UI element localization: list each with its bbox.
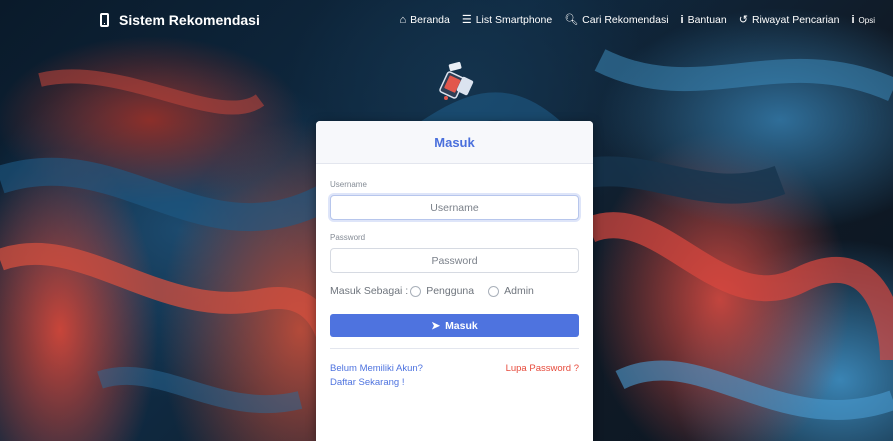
nav-item-riwayat-pencarian[interactable]: ↺ Riwayat Pencarian [739, 14, 840, 26]
nav-item-beranda[interactable]: ⌂ Beranda [399, 14, 449, 26]
navbar: Sistem Rekomendasi ⌂ Beranda ☰ List Smar… [0, 0, 893, 40]
list-icon: ☰ [461, 13, 472, 26]
history-icon: ↺ [738, 13, 748, 26]
nav-menu: ⌂ Beranda ☰ List Smartphone 🔍︎ Cari Reko… [399, 14, 875, 26]
radio-pengguna[interactable] [410, 285, 422, 297]
info-icon: i [851, 13, 855, 26]
login-form: Username Password Masuk Sebagai : Penggu… [316, 180, 593, 391]
role-option-admin[interactable]: Admin [486, 285, 534, 297]
brand-title: Sistem Rekomendasi [119, 12, 260, 28]
radio-admin[interactable] [488, 285, 500, 297]
divider [330, 348, 579, 349]
nav-item-label: Bantuan [687, 14, 727, 26]
register-link[interactable]: Belum Memiliki Akun? Daftar Sekarang ! [330, 362, 450, 391]
card-title: Masuk [316, 121, 593, 164]
search-icon: 🔍︎ [564, 13, 579, 26]
nav-item-label: Riwayat Pencarian [751, 14, 840, 26]
password-label: Password [330, 233, 366, 242]
role-label: Masuk Sebagai : [330, 285, 409, 297]
nav-item-label: Beranda [410, 14, 450, 26]
nav-item-list-smartphone[interactable]: ☰ List Smartphone [462, 14, 552, 26]
nav-item-label: Cari Rekomendasi [582, 14, 669, 26]
role-option-pengguna[interactable]: Pengguna [408, 285, 474, 297]
username-label: Username [330, 180, 367, 189]
home-icon: ⌂ [399, 13, 407, 26]
mobile-phone-icon [100, 13, 109, 27]
role-option-label: Pengguna [426, 285, 475, 297]
login-button-label: Masuk [445, 319, 478, 332]
nav-item-label: Opsi [858, 15, 875, 25]
nav-item-cari-rekomendasi[interactable]: 🔍︎ Cari Rekomendasi [564, 14, 668, 26]
brand[interactable]: Sistem Rekomendasi [100, 12, 260, 28]
login-button[interactable]: ➤ Masuk [330, 314, 579, 337]
paper-plane-icon: ➤ [431, 319, 441, 332]
nav-item-opsi[interactable]: i Opsi [851, 13, 875, 26]
card-footer-links: Belum Memiliki Akun? Daftar Sekarang ! L… [330, 362, 579, 391]
forgot-password-link[interactable]: Lupa Password ? [506, 362, 579, 391]
password-input[interactable] [330, 248, 579, 273]
info-icon: i [680, 13, 684, 26]
nav-item-label: List Smartphone [475, 14, 553, 26]
role-option-label: Admin [504, 285, 534, 297]
role-selector: Masuk Sebagai : Pengguna Admin [330, 285, 579, 297]
login-card: Masuk Username Password Masuk Sebagai : … [316, 121, 593, 441]
nav-item-bantuan[interactable]: i Bantuan [681, 14, 727, 26]
app-logo-icon [437, 60, 477, 105]
username-input[interactable] [330, 195, 579, 220]
